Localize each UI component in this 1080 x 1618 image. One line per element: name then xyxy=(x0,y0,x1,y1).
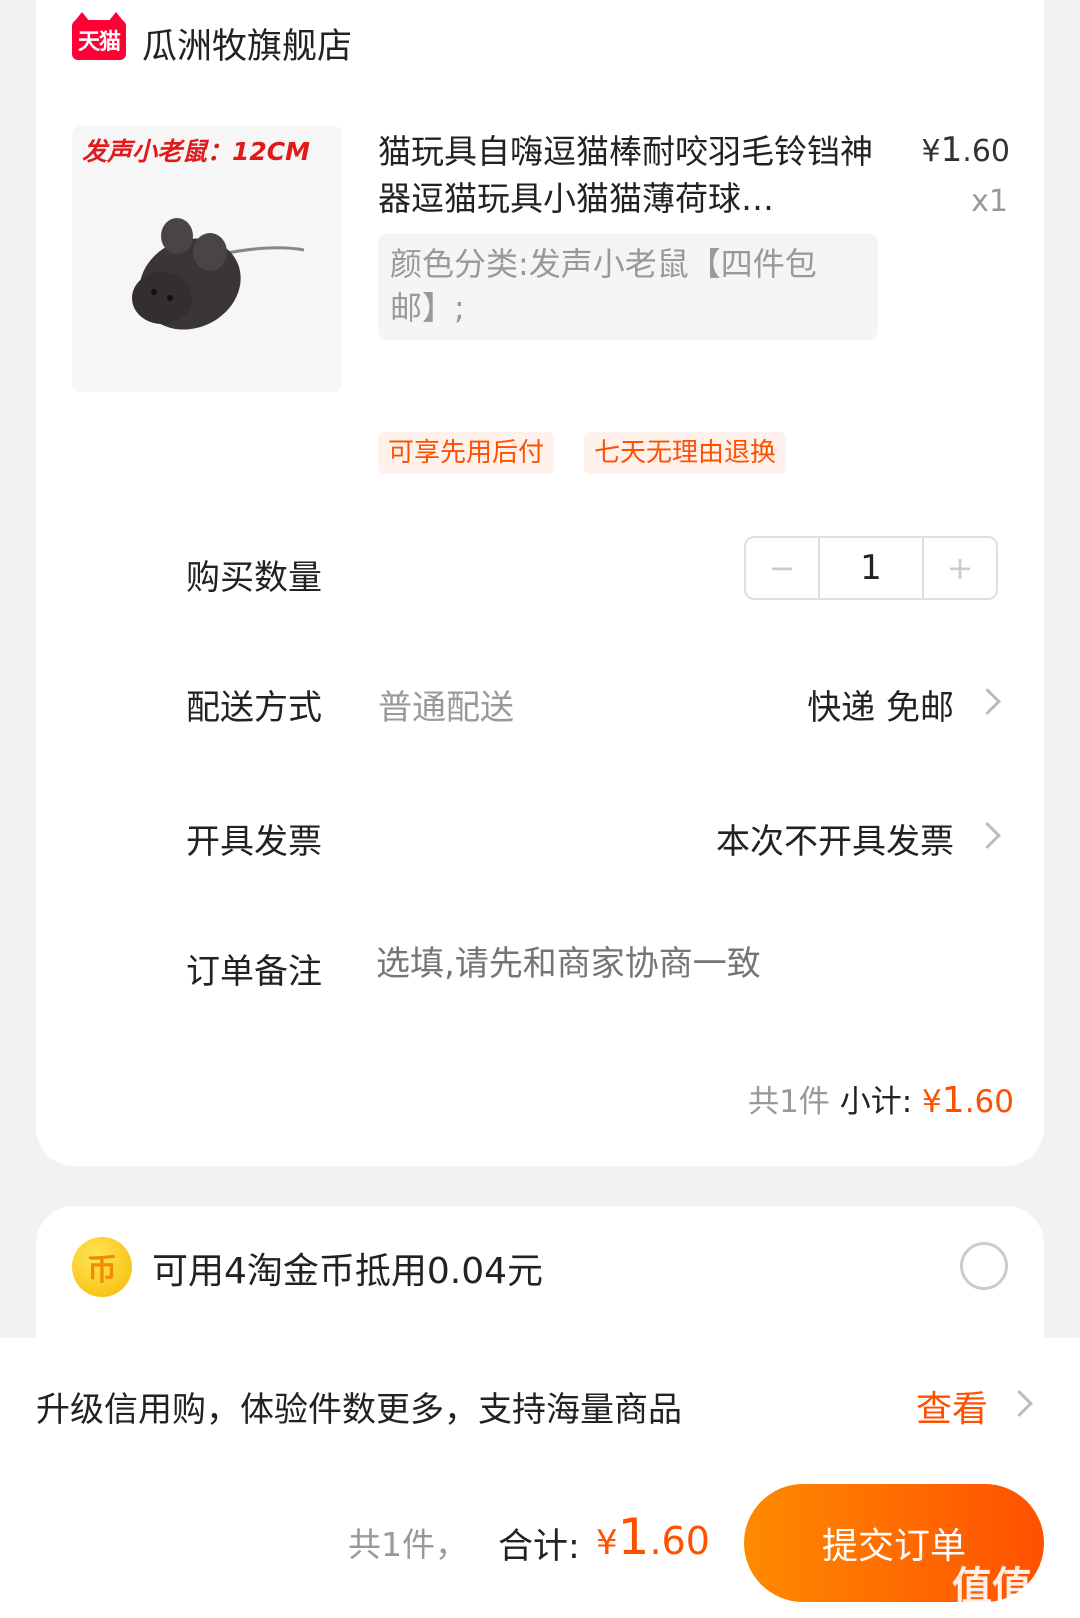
invoice-label: 开具发票 xyxy=(186,822,322,862)
delivery-label: 配送方式 xyxy=(186,688,322,728)
coin-text: 可用4淘金币抵用0.04元 xyxy=(152,1251,544,1292)
delivery-method: 普通配送 xyxy=(378,688,514,728)
subtotal-symbol: ¥ xyxy=(922,1084,942,1120)
product-quantity: x1 xyxy=(971,184,1008,219)
product-price: ¥1.60 xyxy=(922,130,1010,170)
gold-coin-icon: 币 xyxy=(72,1237,132,1297)
shop-name[interactable]: 瓜洲牧旗舰店 xyxy=(142,18,352,69)
price-symbol: ¥ xyxy=(921,134,941,169)
sku-selection[interactable]: 颜色分类:发声小老鼠【四件包邮】; xyxy=(378,234,878,340)
total-decimal: .60 xyxy=(649,1519,710,1563)
credit-banner[interactable]: 升级信用购，体验件数更多，支持海量商品 查看 xyxy=(0,1338,1080,1466)
coin-radio[interactable] xyxy=(960,1242,1008,1290)
subtotal-decimal: .60 xyxy=(964,1084,1014,1120)
total-count: 共1件， xyxy=(348,1525,468,1564)
tag-seven-day-return: 七天无理由退换 xyxy=(584,432,787,474)
price-integer: 1 xyxy=(940,130,963,170)
remark-label: 订单备注 xyxy=(186,952,322,992)
watermark-site: zhizhizhi.com xyxy=(953,1599,1062,1618)
total-label: 合计: xyxy=(498,1527,580,1567)
chevron-right-icon xyxy=(1006,1390,1033,1417)
banner-view-link[interactable]: 查看 xyxy=(916,1380,988,1432)
invoice-value: 本次不开具发票 xyxy=(716,822,954,862)
total-symbol: ¥ xyxy=(596,1523,618,1563)
subtotal-count: 共1件 xyxy=(748,1084,830,1120)
subtotal: 共1件 小计: ¥1.60 xyxy=(748,1076,1014,1121)
product-image[interactable]: 发声小老鼠：12CM xyxy=(72,126,342,392)
quantity-stepper: − 1 + xyxy=(744,536,998,600)
remark-input[interactable] xyxy=(376,934,976,994)
decrease-button[interactable]: − xyxy=(746,538,818,598)
delivery-value: 快递 免邮 xyxy=(807,688,954,728)
tag-pay-later: 可享先用后付 xyxy=(378,432,555,474)
quantity-label: 购买数量 xyxy=(186,558,322,598)
mouse-toy-icon xyxy=(132,218,305,330)
price-decimal: .60 xyxy=(962,134,1010,169)
product-title[interactable]: 猫玩具自嗨逗猫棒耐咬羽毛铃铛神器逗猫玩具小猫猫薄荷球… xyxy=(378,128,878,222)
total-amount: ¥1.60 xyxy=(596,1508,710,1566)
subtotal-integer: 1 xyxy=(941,1080,965,1121)
banner-text: 升级信用购，体验件数更多，支持海量商品 xyxy=(36,1390,682,1430)
bottom-bar: 共1件， 合计: ¥1.60 提交订单 值值值 zhizhizhi.com xyxy=(0,1466,1080,1618)
tmall-logo-icon: 天猫 xyxy=(72,12,126,60)
total-integer: 1 xyxy=(617,1508,650,1566)
quantity-value[interactable]: 1 xyxy=(818,538,924,598)
increase-button[interactable]: + xyxy=(924,538,996,598)
subtotal-label: 小计: xyxy=(839,1084,913,1120)
